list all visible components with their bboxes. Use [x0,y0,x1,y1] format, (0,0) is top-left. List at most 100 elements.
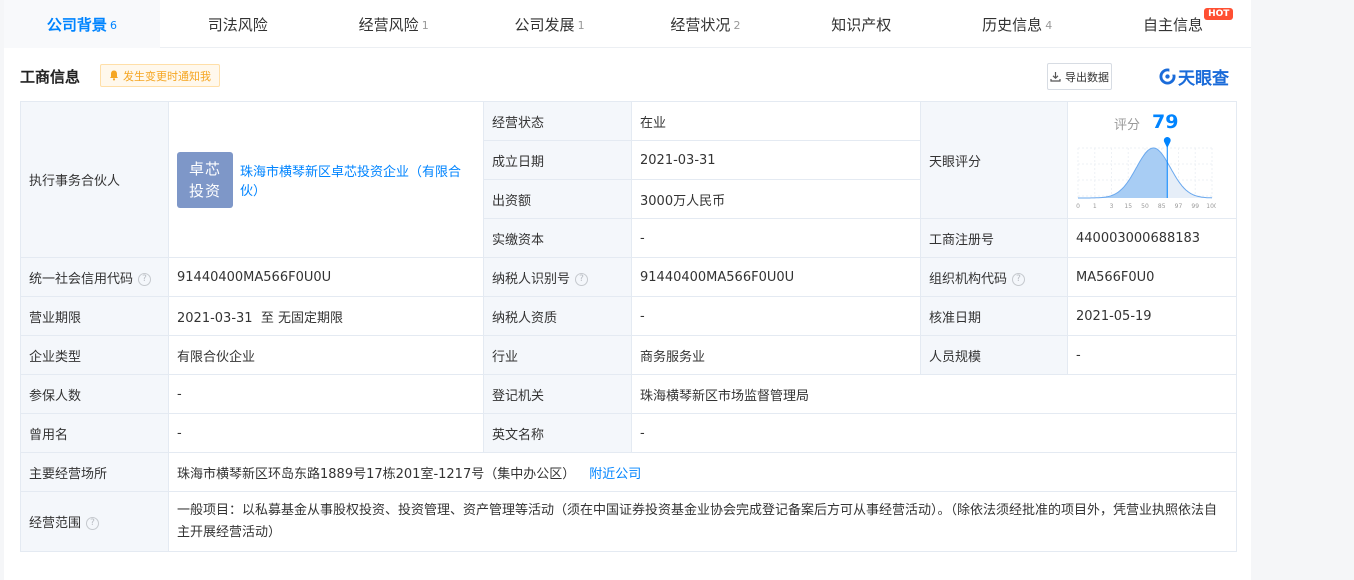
former-name-label: 曾用名 [20,413,169,453]
tab-business-status[interactable]: 经营状况 2 [628,0,784,48]
score-area [1078,148,1168,198]
credit-code-label-cell: 统一社会信用代码? [20,257,169,297]
tab-count: 4 [1045,19,1053,32]
brand-name: 天眼查 [1178,69,1229,89]
tab-company-background[interactable]: 公司背景 6 [4,0,160,48]
tab-label: 经营状况 [670,15,731,34]
staff-size-label: 人员规模 [920,335,1068,375]
hot-badge: HOT [1204,8,1234,20]
score-distribution-chart: 0 1 3 15 50 85 97 99 100 [1076,137,1216,210]
tab-count: 1 [577,19,585,32]
scope-value: 一般项目：以私募基金从事股权投资、投资管理、资产管理等活动（须在中国证券投资基金… [168,491,1237,552]
export-label: 导出数据 [1065,70,1109,84]
org-code-label: 组织机构代码 [929,271,1008,287]
english-name-label: 英文名称 [483,413,632,453]
approve-date-label: 核准日期 [920,296,1068,336]
export-data-button[interactable]: 导出数据 [1047,63,1112,90]
company-type-value: 有限合伙企业 [168,335,484,375]
tab-intellectual-property[interactable]: 知识产权 [783,0,939,48]
org-code-value: MA566F0U0 [1067,257,1237,297]
insured-value: - [168,374,484,414]
help-icon[interactable]: ? [86,517,100,530]
founded-label: 成立日期 [483,140,632,180]
avatar-text-line1: 卓芯 [188,159,221,178]
tax-qual-value: - [631,296,921,336]
org-code-label-cell: 组织机构代码? [920,257,1068,297]
notify-button[interactable]: 发生变更时通知我 [100,64,220,87]
download-icon [1050,72,1061,82]
address-cell: 珠海市横琴新区环岛东路1889号17栋201室-1217号（集中办公区） 附近公司 [168,452,1237,492]
capital-label: 出资额 [483,179,632,219]
tab-label: 知识产权 [831,15,892,34]
tax-qual-label: 纳税人资质 [483,296,632,336]
tax-id-label-cell: 纳税人识别号? [483,257,632,297]
content-panel: 公司背景 6 司法风险 经营风险 1 公司发展 1 经营状况 2 知识产权 历史信息 4 … [4,0,1251,580]
insured-label: 参保人数 [20,374,169,414]
partner-info: 卓芯 投资 珠海市横琴新区卓芯投资企业（有限合伙） [177,151,475,208]
capital-value: 3000万人民币 [631,179,921,219]
nearby-companies-link[interactable]: 附近公司 [589,467,641,482]
help-icon[interactable]: ? [1012,272,1026,286]
partner-avatar[interactable]: 卓芯 投资 [177,151,233,208]
paid-capital-value: - [631,218,921,258]
score-value: 79 [1152,111,1179,133]
staff-size-value: - [1067,335,1237,375]
tab-count: 2 [733,19,741,32]
x-tick-label: 85 [1158,203,1166,210]
english-name-value: - [631,413,1237,453]
x-tick-label: 100 [1206,203,1216,210]
x-tick-label: 1 [1093,203,1097,210]
tab-bar: 公司背景 6 司法风险 经营风险 1 公司发展 1 经营状况 2 知识产权 历史信息 4 … [4,0,1251,48]
x-tick-label: 97 [1175,203,1183,210]
x-tick-label: 0 [1076,203,1080,210]
tianyancha-logo: 天眼查 [1159,64,1229,89]
industry-value: 商务服务业 [631,335,921,375]
tab-company-development[interactable]: 公司发展 1 [472,0,628,48]
partner-label: 执行事务合伙人 [20,101,169,258]
score-cell[interactable]: 评分 79 0 1 3 15 50 85 97 99 100 [1067,101,1237,219]
help-icon[interactable]: ? [138,272,152,286]
tab-self-info[interactable]: 自主信息 HOT [1095,0,1251,48]
tab-business-risk[interactable]: 经营风险 1 [316,0,472,48]
eye-logo-icon [1159,68,1176,85]
score-marker-pin [1163,137,1171,148]
help-icon[interactable]: ? [575,272,589,286]
tab-label: 公司背景 [46,15,107,34]
scope-label: 经营范围 [29,516,82,531]
approve-date-value: 2021-05-19 [1067,296,1237,336]
status-value: 在业 [631,101,921,141]
x-tick-label: 99 [1191,203,1199,210]
credit-code-value: 91440400MA566F0U0U [168,257,484,297]
tab-history[interactable]: 历史信息 4 [939,0,1095,48]
authority-label: 登记机关 [483,374,632,414]
partner-name-link[interactable]: 珠海市横琴新区卓芯投资企业（有限合伙） [240,161,475,199]
reg-no-value: 440003000688183 [1067,218,1237,258]
address-label: 主要经营场所 [20,452,169,492]
reg-no-label: 工商注册号 [920,218,1068,258]
address-value: 珠海市横琴新区环岛东路1889号17栋201室-1217号（集中办公区） [177,466,576,482]
notify-label: 发生变更时通知我 [123,69,211,83]
tab-count: 6 [109,19,117,32]
business-info-table: 执行事务合伙人 卓芯 投资 珠海市横琴新区卓芯投资企业（有限合伙） 经营状态 在业… [20,101,1237,552]
bell-icon [110,70,118,81]
former-name-value: - [168,413,484,453]
tab-judicial-risk[interactable]: 司法风险 [160,0,316,48]
x-tick-label: 15 [1124,203,1132,210]
tab-label: 历史信息 [982,15,1043,34]
term-value: 2021-03-31 至 无固定期限 [168,296,484,336]
tax-id-label: 纳税人识别号 [492,271,571,287]
term-label: 营业期限 [20,296,169,336]
score-caption: 评分 [1114,118,1141,133]
tax-id-value: 91440400MA566F0U0U [631,257,921,297]
x-tick-label: 3 [1110,203,1114,210]
tab-label: 经营风险 [358,15,419,34]
section-title: 工商信息 [20,68,81,86]
tab-label: 公司发展 [514,15,575,34]
x-tick-label: 50 [1141,203,1149,210]
scope-label-cell: 经营范围? [20,491,169,552]
status-label: 经营状态 [483,101,632,141]
company-type-label: 企业类型 [20,335,169,375]
credit-code-label: 统一社会信用代码 [29,271,134,287]
partner-cell: 卓芯 投资 珠海市横琴新区卓芯投资企业（有限合伙） [168,101,484,258]
tab-count: 1 [421,19,429,32]
